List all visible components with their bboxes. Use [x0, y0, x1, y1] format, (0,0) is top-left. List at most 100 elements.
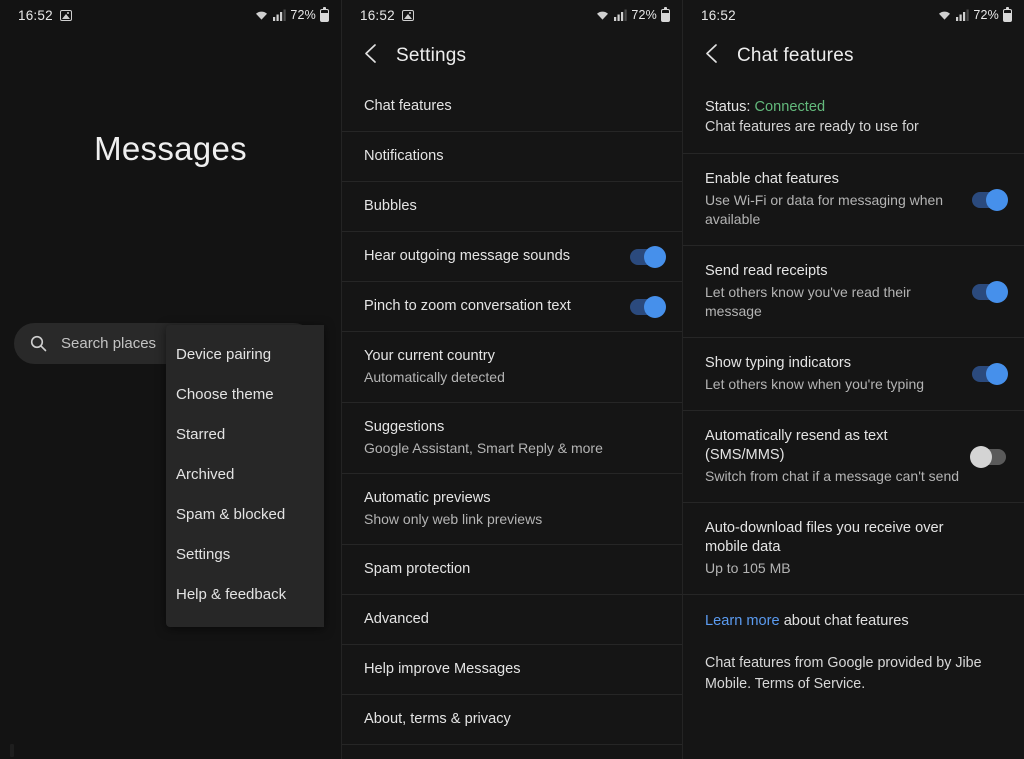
- row-title: Advanced: [364, 611, 429, 627]
- row-title: Enable chat features: [705, 171, 839, 187]
- learn-more-link[interactable]: Learn more: [705, 613, 780, 629]
- row-title: Automatic previews: [364, 490, 491, 506]
- toggle-pinch-to-zoom[interactable]: [630, 295, 666, 318]
- settings-row-hear-outgoing-message-sounds[interactable]: Hear outgoing message sounds: [342, 232, 682, 282]
- status-bar-left: 16:52: [360, 8, 414, 23]
- toggle-show-typing-indicators[interactable]: [972, 363, 1008, 385]
- toggle-send-read-receipts[interactable]: [972, 280, 1008, 303]
- menu-item-choose-theme[interactable]: Choose theme: [166, 375, 324, 415]
- provider-footer-note: Chat features from Google provided by Ji…: [705, 655, 982, 692]
- battery-percent: 72%: [290, 8, 316, 22]
- settings-row-about-terms-privacy[interactable]: About, terms & privacy: [342, 695, 682, 745]
- wifi-icon: [254, 9, 269, 21]
- toggle-auto-resend-sms[interactable]: [970, 445, 1006, 468]
- settings-row-pinch-to-zoom[interactable]: Pinch to zoom conversation text: [342, 282, 682, 332]
- settings-row-your-current-country[interactable]: Your current country Automatically detec…: [342, 332, 682, 403]
- battery-icon: [320, 6, 329, 22]
- battery-icon: [1003, 6, 1012, 22]
- status-bar-right: 72%: [595, 6, 670, 22]
- settings-row-bubbles[interactable]: Bubbles: [342, 182, 682, 232]
- menu-item-help-feedback[interactable]: Help & feedback: [166, 575, 324, 615]
- row-title: Chat features: [364, 98, 452, 114]
- row-texts: Chat features: [364, 97, 452, 116]
- status-bar-right: 72%: [937, 6, 1012, 22]
- battery-percent: 72%: [631, 8, 657, 22]
- status-line: Status: Connected: [705, 97, 1006, 117]
- row-title: Your current country: [364, 348, 495, 364]
- row-texts: Suggestions Google Assistant, Smart Repl…: [364, 418, 603, 458]
- chat-row-send-read-receipts[interactable]: Send read receipts Let others know you'v…: [683, 246, 1024, 338]
- row-title: Hear outgoing message sounds: [364, 248, 571, 264]
- status-time: 16:52: [701, 7, 736, 23]
- chat-row-show-typing-indicators[interactable]: Show typing indicators Let others know w…: [683, 338, 1024, 411]
- status-time: 16:52: [360, 7, 395, 23]
- row-texts: Help improve Messages: [364, 660, 521, 679]
- status-bar-panel2: 16:52 72%: [342, 0, 682, 30]
- three-panel-screenshot: 16:52 72% Messages Search places Device …: [0, 0, 1024, 759]
- chat-features-list: Enable chat features Use Wi-Fi or data f…: [683, 154, 1024, 595]
- chat-row-enable-chat-features[interactable]: Enable chat features Use Wi-Fi or data f…: [683, 154, 1024, 246]
- menu-item-spam-blocked[interactable]: Spam & blocked: [166, 495, 324, 535]
- row-texts: About, terms & privacy: [364, 710, 511, 729]
- settings-list: Chat features Notifications Bubbles Hear…: [342, 82, 682, 745]
- settings-row-notifications[interactable]: Notifications: [342, 132, 682, 182]
- row-texts: Hear outgoing message sounds: [364, 247, 570, 266]
- status-bar-left: 16:52: [18, 8, 72, 23]
- back-chevron-icon[interactable]: [364, 43, 377, 69]
- settings-row-chat-features[interactable]: Chat features: [342, 82, 682, 132]
- cellular-signal-icon: [614, 9, 628, 21]
- row-subtitle: Use Wi-Fi or data for messaging when ava…: [705, 192, 944, 227]
- chat-row-auto-resend-sms[interactable]: Automatically resend as text (SMS/MMS) S…: [683, 411, 1024, 503]
- back-chevron-icon[interactable]: [705, 43, 718, 69]
- row-texts: Bubbles: [364, 197, 417, 216]
- row-subtitle: Google Assistant, Smart Reply & more: [364, 440, 603, 456]
- toggle-hear-outgoing-message-sounds[interactable]: [630, 245, 666, 268]
- row-title: Auto-download files you receive over mob…: [705, 520, 944, 555]
- status-bar-left: 16:52: [701, 8, 736, 23]
- wifi-icon: [937, 9, 952, 21]
- search-input[interactable]: Search places: [61, 335, 156, 352]
- row-subtitle: Up to 105 MB: [705, 560, 791, 576]
- settings-row-spam-protection[interactable]: Spam protection: [342, 545, 682, 595]
- row-subtitle: Let others know you've read their messag…: [705, 284, 911, 319]
- settings-row-advanced[interactable]: Advanced: [342, 595, 682, 645]
- settings-header: Settings: [342, 30, 682, 82]
- learn-more-row: Learn more about chat features: [683, 595, 1024, 647]
- status-time: 16:52: [18, 7, 53, 23]
- status-label: Status:: [705, 99, 751, 115]
- status-bar-panel1: 16:52 72%: [0, 0, 341, 30]
- row-title: About, terms & privacy: [364, 711, 511, 727]
- row-title: Help improve Messages: [364, 661, 521, 677]
- menu-item-device-pairing[interactable]: Device pairing: [166, 335, 324, 375]
- status-subtitle: Chat features are ready to use for: [705, 119, 919, 135]
- menu-item-settings[interactable]: Settings: [166, 535, 324, 575]
- row-title: Send read receipts: [705, 263, 828, 279]
- settings-row-automatic-previews[interactable]: Automatic previews Show only web link pr…: [342, 474, 682, 545]
- row-texts: Notifications: [364, 147, 444, 166]
- chat-row-auto-download-files[interactable]: Auto-download files you receive over mob…: [683, 503, 1024, 595]
- status-badge: Connected: [754, 99, 826, 115]
- row-title: Automatically resend as text (SMS/MMS): [705, 428, 888, 463]
- settings-row-suggestions[interactable]: Suggestions Google Assistant, Smart Repl…: [342, 403, 682, 474]
- row-title: Pinch to zoom conversation text: [364, 298, 571, 314]
- toggle-knob: [986, 280, 1008, 303]
- battery-percent: 72%: [973, 8, 999, 22]
- cellular-signal-icon: [273, 9, 287, 21]
- toggle-knob: [986, 363, 1008, 385]
- menu-item-archived[interactable]: Archived: [166, 455, 324, 495]
- row-title: Bubbles: [364, 198, 417, 214]
- row-subtitle: Switch from chat if a message can't send: [705, 468, 960, 484]
- wifi-icon: [595, 9, 610, 21]
- settings-row-help-improve-messages[interactable]: Help improve Messages: [342, 645, 682, 695]
- app-title: Messages: [94, 130, 247, 167]
- status-bar-right: 72%: [254, 6, 329, 22]
- menu-item-starred[interactable]: Starred: [166, 415, 324, 455]
- row-texts: Advanced: [364, 610, 429, 629]
- overflow-menu: Device pairing Choose theme Starred Arch…: [166, 325, 324, 627]
- toggle-knob: [970, 445, 992, 468]
- row-texts: Show typing indicators Let others know w…: [705, 354, 924, 394]
- toggle-knob: [644, 295, 666, 318]
- toggle-enable-chat-features[interactable]: [972, 188, 1008, 211]
- row-texts: Automatically resend as text (SMS/MMS) S…: [705, 427, 960, 486]
- chat-features-header: Chat features: [683, 30, 1024, 82]
